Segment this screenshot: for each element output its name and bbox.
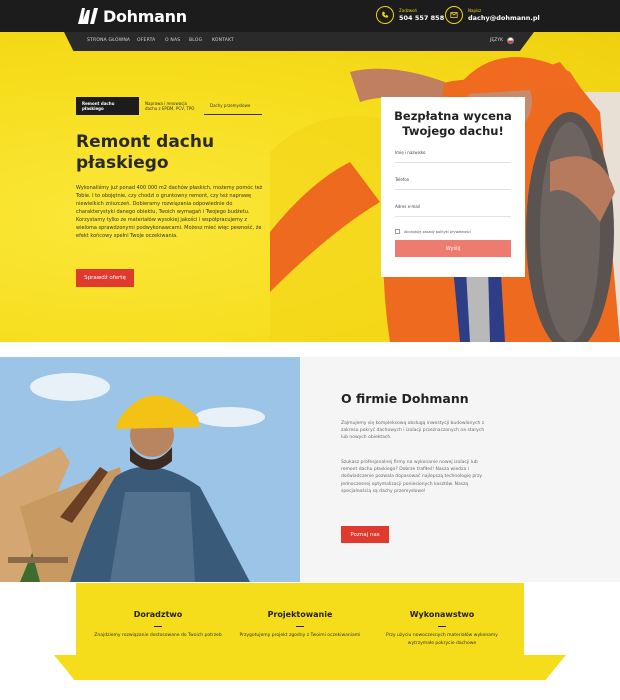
email-address: dachy@dohmann.pl (468, 13, 540, 22)
service-text: Znajdziemy rozwiązanie dostosowane do Tw… (94, 633, 222, 638)
about-worker-image (0, 357, 300, 582)
flag-icon (506, 37, 514, 44)
top-bar: Dohmann Zadzwoń 504 557 858 Napisz dachy… (0, 0, 620, 32)
check-offer-button[interactable]: Sprawdź ofertę (76, 269, 134, 287)
consent-label: Akceptuję zasady polityki prywatności (404, 229, 471, 234)
form-title-line2: Twojego dachu! (402, 124, 504, 138)
main-nav: STRONA GŁÓWNA OFERTA O NAS BLOG KONTAKT … (0, 32, 620, 51)
service-execution: Wykonawstwo Przy użyciu nowoczesnych mat… (377, 610, 507, 647)
hero-title: Remont dachu płaskiego (76, 132, 215, 173)
nav-background (64, 32, 534, 51)
consent-checkbox[interactable]: Akceptuję zasady polityki prywatności (395, 229, 471, 234)
nav-item-about[interactable]: O NAS (165, 38, 180, 43)
phone-field[interactable]: Telefon (395, 174, 511, 190)
service-text: Przy użyciu nowoczesnych materiałów wyko… (386, 633, 498, 646)
about-paragraph-1: Zajmujemy się kompleksową obsługą inwest… (341, 421, 485, 441)
logo-text: Dohmann (103, 6, 187, 26)
nav-item-contact[interactable]: KONTAKT (212, 38, 234, 43)
name-field[interactable]: Imię i nazwisko (395, 147, 511, 163)
hero-description: Wykonaliśmy już ponad 400 000 m2 dachów … (76, 185, 263, 239)
service-text: Przygotujemy projekt zgodny z Twoimi ocz… (239, 633, 361, 638)
phone-icon (376, 6, 394, 24)
service-design: Projektowanie Przygotujemy projekt zgodn… (235, 610, 365, 640)
tab-epdm-renovation[interactable]: Naprawa i renowacja dachu z EPDM, PCV, T… (139, 97, 204, 115)
nav-item-offer[interactable]: OFERTA (137, 38, 155, 43)
email-contact[interactable]: Napisz dachy@dohmann.pl (445, 6, 540, 24)
language-label: JĘZYK (490, 38, 503, 43)
services-section: Doradztwo Znajdziemy rozwiązanie dostoso… (76, 583, 524, 677)
nav-item-blog[interactable]: BLOG (189, 38, 202, 43)
logo-mark-icon (78, 8, 98, 24)
hero-tabs: Remont dachu płaskiego Naprawa i renowac… (76, 97, 262, 115)
service-title: Projektowanie (267, 610, 333, 619)
phone-number: 504 557 858 (399, 13, 445, 22)
divider (296, 626, 304, 627)
form-title-line1: Bezpłatna wycena (394, 109, 512, 123)
checkbox-icon (395, 229, 400, 234)
about-paragraph-2: Szukasz profesjonalnej firmy na wykonani… (341, 460, 483, 494)
form-title: Bezpłatna wycena Twojego dachu! (381, 109, 525, 139)
submit-button[interactable]: Wyślij (395, 240, 511, 257)
language-switcher[interactable]: JĘZYK (490, 37, 514, 44)
phone-contact[interactable]: Zadzwoń 504 557 858 (376, 6, 444, 24)
service-title: Wykonawstwo (409, 610, 475, 619)
tab-industrial-roofs[interactable]: Dachy przemysłowe (204, 97, 262, 115)
about-us-button[interactable]: Poznaj nas (341, 526, 389, 543)
quote-form: Bezpłatna wycena Twojego dachu! Imię i n… (381, 97, 525, 277)
service-title: Doradztwo (133, 610, 183, 619)
nav-item-home[interactable]: STRONA GŁÓWNA (87, 38, 130, 43)
service-consulting: Doradztwo Znajdziemy rozwiązanie dostoso… (93, 610, 223, 640)
tab-flat-roof-repair[interactable]: Remont dachu płaskiego (76, 97, 139, 115)
about-title: O firmie Dohmann (341, 391, 469, 406)
email-field[interactable]: Adres e-mail (395, 201, 511, 217)
divider (438, 626, 446, 627)
divider (154, 626, 162, 627)
mail-icon (445, 6, 463, 24)
logo[interactable]: Dohmann (76, 4, 187, 28)
